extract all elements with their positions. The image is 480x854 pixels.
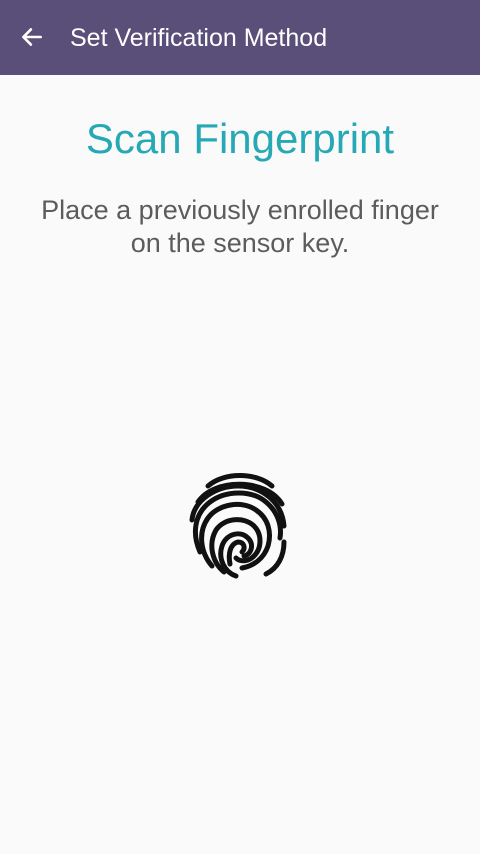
- arrow-left-icon: [22, 28, 42, 46]
- fingerprint-icon: [189, 473, 287, 579]
- app-bar: Set Verification Method: [0, 0, 480, 75]
- verification-screen: Set Verification Method Scan Fingerprint…: [0, 0, 480, 854]
- instruction-text: Place a previously enrolled finger on th…: [41, 195, 439, 258]
- scan-fingerprint-heading: Scan Fingerprint: [85, 115, 395, 162]
- page-title: Set Verification Method: [70, 24, 328, 52]
- back-button[interactable]: [14, 19, 50, 55]
